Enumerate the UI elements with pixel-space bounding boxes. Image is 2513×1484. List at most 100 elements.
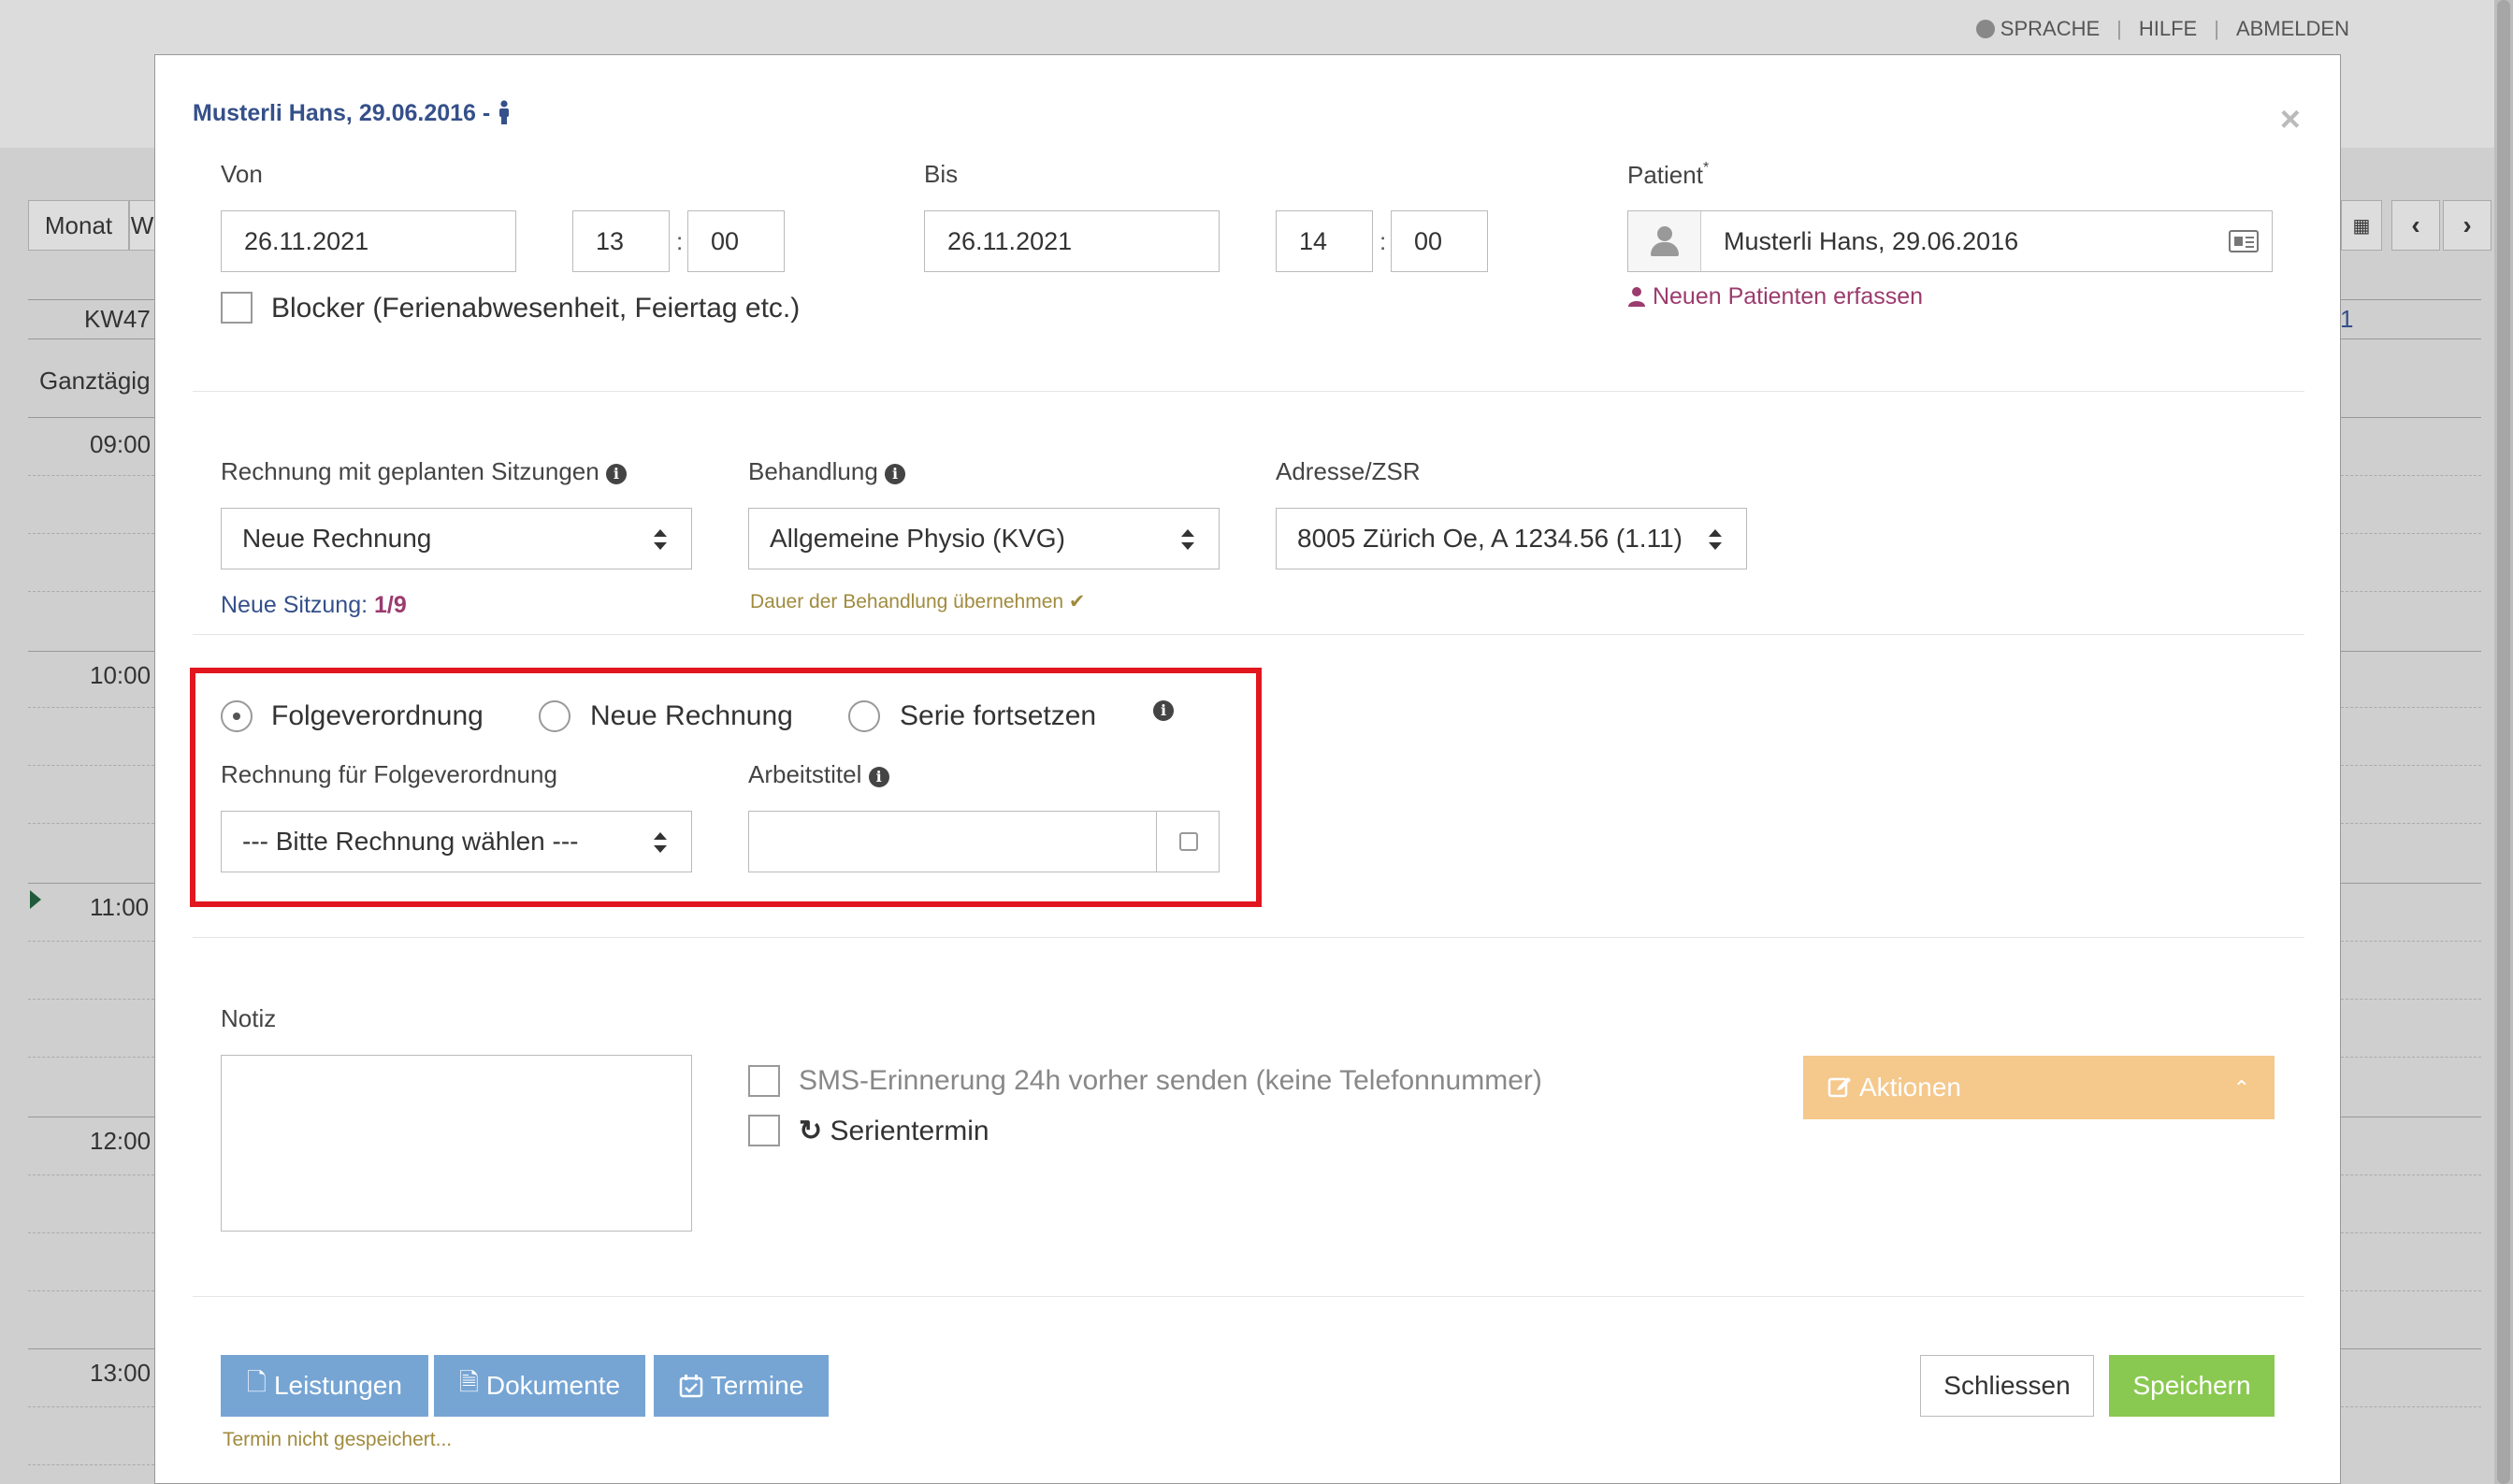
arbeitstitel-label-text: Arbeitstitel — [748, 760, 862, 788]
serientermin-checkbox[interactable] — [748, 1115, 780, 1146]
grid-line — [2341, 417, 2481, 418]
grid-line — [2341, 1232, 2481, 1233]
grid-line — [28, 999, 154, 1000]
aktionen-label: Aktionen — [1859, 1073, 1961, 1102]
rechnung-select[interactable]: Neue Rechnung — [221, 508, 692, 569]
rechnung-select-value: Neue Rechnung — [242, 524, 432, 553]
sms-checkbox[interactable] — [748, 1065, 780, 1097]
aktionen-dropdown[interactable]: Aktionen ⌃ — [1803, 1056, 2275, 1119]
dialog-title-text: Musterli Hans, 29.06.2016 - — [193, 100, 491, 126]
close-icon[interactable]: × — [2280, 100, 2301, 140]
grid-line — [28, 1348, 154, 1349]
check-icon: ✔ — [1068, 591, 1086, 612]
abmelden-link[interactable]: ABMELDEN — [2236, 17, 2349, 41]
grid-line — [2341, 1406, 2481, 1407]
new-patient-link-text: Neuen Patienten erfassen — [1652, 283, 1924, 310]
info-icon[interactable]: i — [868, 767, 889, 787]
radio-neue-rechnung-label: Neue Rechnung — [590, 700, 793, 731]
termine-button[interactable]: Termine — [654, 1355, 829, 1417]
grid-line — [28, 883, 154, 884]
radio-folgeverordnung[interactable] — [221, 700, 253, 732]
globe-icon — [1975, 20, 1995, 38]
sort-arrows-icon — [654, 832, 667, 853]
week-view-button[interactable]: W — [129, 200, 155, 251]
appointment-dialog: Musterli Hans, 29.06.2016 - × Von 26.11.… — [154, 54, 2341, 1484]
scrollbar-thumb[interactable] — [2497, 0, 2510, 1484]
time-label: 11:00 — [90, 893, 150, 921]
info-icon[interactable]: i — [885, 464, 906, 484]
calendar-icon[interactable]: ▦ — [2341, 200, 2382, 251]
hilfe-link[interactable]: HILFE — [2139, 17, 2197, 41]
grid-line — [28, 1057, 154, 1058]
behandlung-select[interactable]: Allgemeine Physio (KVG) — [748, 508, 1220, 569]
bis-date-input[interactable]: 26.11.2021 — [924, 210, 1220, 272]
radio-serie-fortsetzen-label: Serie fortsetzen — [900, 700, 1097, 731]
sprache-link[interactable]: SPRACHE — [1975, 17, 2100, 41]
document-icon: 🗎 — [458, 1368, 479, 1396]
info-icon[interactable]: i — [605, 464, 627, 484]
radio-neue-rechnung[interactable] — [539, 700, 570, 732]
grid-line — [2341, 1057, 2481, 1058]
speichern-button[interactable]: Speichern — [2109, 1355, 2275, 1417]
time-label: 13:00 — [90, 1359, 152, 1387]
patient-field[interactable]: Musterli Hans, 29.06.2016 — [1627, 210, 2273, 272]
von-minute-input[interactable]: 00 — [687, 210, 785, 272]
grid-line — [2341, 941, 2481, 942]
user-icon — [1628, 211, 1701, 271]
info-icon[interactable]: i — [1153, 700, 1174, 721]
schliessen-button[interactable]: Schliessen — [1920, 1355, 2094, 1417]
leistungen-button[interactable]: 🗋 Leistungen — [221, 1355, 428, 1417]
bis-hour-input[interactable]: 14 — [1276, 210, 1373, 272]
next-arrow-icon[interactable]: › — [2443, 200, 2491, 251]
folge-rechnung-select[interactable]: --- Bitte Rechnung wählen --- — [221, 811, 692, 872]
grid-line — [28, 1406, 154, 1407]
arbeitstitel-checkbox[interactable] — [1179, 832, 1198, 851]
new-patient-link[interactable]: Neuen Patienten erfassen — [1627, 283, 1923, 310]
grid-line — [2341, 1290, 2481, 1291]
day-header-partial: 1 — [2340, 305, 2354, 333]
neue-sitzung-value: 1/9 — [374, 592, 407, 618]
von-date-input[interactable]: 26.11.2021 — [221, 210, 516, 272]
blocker-checkbox[interactable] — [221, 292, 253, 324]
id-card-icon[interactable] — [2229, 230, 2259, 252]
bis-label: Bis — [924, 160, 959, 188]
calendar-check-icon — [679, 1375, 702, 1398]
radio-folgeverordnung-label: Folgeverordnung — [271, 700, 484, 731]
grid-line — [28, 1290, 154, 1291]
arbeitstitel-label: Arbeitstitel i — [748, 760, 889, 789]
sort-arrows-icon — [1709, 529, 1722, 550]
dokumente-button[interactable]: 🗎 Dokumente — [434, 1355, 645, 1417]
patient-label-text: Patient — [1627, 161, 1703, 189]
dauer-uebernehmen-text: Dauer der Behandlung übernehmen — [750, 591, 1064, 612]
neue-sitzung-label: Neue Sitzung: — [221, 592, 368, 618]
serientermin-label: ↻ Serientermin — [799, 1115, 989, 1147]
required-mark: * — [1702, 160, 1710, 176]
radio-serie-fortsetzen[interactable] — [848, 700, 880, 732]
notiz-textarea[interactable] — [221, 1055, 692, 1232]
behandlung-label-text: Behandlung — [748, 457, 878, 485]
dialog-title: Musterli Hans, 29.06.2016 - — [193, 100, 512, 127]
adresse-select[interactable]: 8005 Zürich Oe, A 1234.56 (1.11) — [1276, 508, 1747, 569]
divider — [193, 1296, 2304, 1297]
von-hour-input[interactable]: 13 — [572, 210, 670, 272]
month-view-button[interactable]: Monat — [28, 200, 129, 251]
page-scrollbar[interactable] — [2494, 0, 2513, 1484]
refresh-icon: ↻ — [799, 1116, 823, 1146]
sms-label: SMS-Erinnerung 24h vorher senden (keine … — [799, 1065, 1542, 1096]
blocker-label: Blocker (Ferienabwesenheit, Feiertag etc… — [271, 293, 801, 324]
bis-minute-input[interactable]: 00 — [1391, 210, 1488, 272]
prev-arrow-icon[interactable]: ‹ — [2391, 200, 2440, 251]
grid-line — [28, 475, 154, 476]
dauer-uebernehmen-link[interactable]: Dauer der Behandlung übernehmen ✔ — [750, 590, 1086, 613]
person-icon — [499, 100, 510, 124]
arbeitstitel-input[interactable] — [748, 811, 1157, 872]
grid-line — [2341, 533, 2481, 534]
grid-line — [28, 707, 154, 708]
sort-arrows-icon — [1181, 529, 1194, 550]
arbeitstitel-checkbox-addon[interactable] — [1156, 811, 1220, 872]
behandlung-label: Behandlung i — [748, 457, 906, 486]
folge-rechnung-label: Rechnung für Folgeverordnung — [221, 760, 557, 788]
grid-line — [28, 651, 154, 652]
termine-label: Termine — [710, 1371, 804, 1400]
folge-rechnung-select-value: --- Bitte Rechnung wählen --- — [242, 827, 579, 856]
